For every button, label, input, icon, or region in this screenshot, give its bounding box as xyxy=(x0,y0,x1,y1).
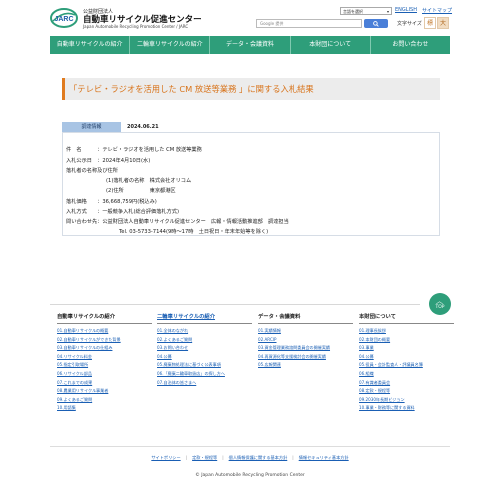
footer-link[interactable]: 04.公募 xyxy=(359,353,454,362)
footer-link[interactable]: 10.用語集 xyxy=(57,404,152,413)
footer-link[interactable]: 07.有識者委員会 xyxy=(359,379,454,388)
detail-contact: 問い合わせ先：公益財団法人自動車リサイクル促進センター 広報・情報活動推進部 調… xyxy=(66,219,289,225)
language-select[interactable]: 言語を選択 ▾ xyxy=(340,7,392,15)
footer-link[interactable]: 02.よくあるご質問 xyxy=(157,336,252,345)
footer-link[interactable]: 05.役員・会計監査人・評議員名簿 xyxy=(359,361,454,370)
site-header: JARC 公益財団法人 自動車リサイクル促進センター Japan Automob… xyxy=(0,0,500,36)
nav-item-motorcycle-recycling[interactable]: 二輪車リサイクルの紹介 xyxy=(130,36,211,54)
detail-announce-date: 入札公示日 ：2024年4月10日(水) xyxy=(66,158,151,164)
notice-date: 2024.06.21 xyxy=(127,124,159,130)
separator: | xyxy=(222,455,224,460)
font-size-large-button[interactable]: 大 xyxy=(437,17,449,29)
footer-link[interactable]: 05.広報関連 xyxy=(258,361,353,370)
nav-item-data[interactable]: データ・会議資料 xyxy=(210,36,291,54)
security-policy-link[interactable]: 情報セキュリティ基本方針 xyxy=(299,455,349,460)
nav-item-contact[interactable]: お問い合わせ xyxy=(371,36,450,54)
footer-policy-links: サイトポリシー | 定款・規程等 | 個人情報保護に関する基本方針 | 情報セキュリティ基本… xyxy=(0,455,500,461)
search-button[interactable] xyxy=(364,19,388,28)
font-size-normal-button[interactable]: 標 xyxy=(424,17,436,29)
font-size-label: 文字サイズ xyxy=(397,21,422,27)
footer-link[interactable]: 05.廃棄物処理法に基づく公表事項 xyxy=(157,361,252,370)
sitemap-link[interactable]: サイトマップ xyxy=(422,7,452,14)
footer-heading[interactable]: データ・会議資料 xyxy=(258,312,353,324)
footer-link[interactable]: 04.公募 xyxy=(157,353,252,362)
footer-link[interactable]: 08.定款・規程等 xyxy=(359,387,454,396)
footer-link[interactable]: 06.「廃棄二輪車取扱店」の探し方へ xyxy=(157,370,252,379)
footer-link[interactable]: 06.リサイクル部品 xyxy=(57,370,152,379)
footer-column-about: 本財団について 01.理事長挨拶 02.本財団の概要 03.事業 04.公募 0… xyxy=(359,312,454,413)
footer-heading[interactable]: 二輪車リサイクルの紹介 xyxy=(157,312,252,324)
jarc-logo-icon[interactable]: JARC xyxy=(50,8,78,28)
detail-method: 入札方式 ：一般競争入札(総合評価落札方式) xyxy=(66,209,179,215)
footer-link[interactable]: 03.お問い合わせ xyxy=(157,344,252,353)
footer-divider xyxy=(50,304,420,305)
search-icon xyxy=(373,20,379,27)
copyright: © Japan Automobile Recycling Promotion C… xyxy=(195,473,305,478)
separator: | xyxy=(292,455,294,460)
footer-heading[interactable]: 自動車リサイクルの紹介 xyxy=(57,312,152,324)
footer-column-data: データ・会議資料 01.実績情報 02.ARCIP 03.資金管理業務諮問委員会… xyxy=(258,312,353,370)
detail-winner-name: (1)落札者の名称 株式会社オリコム xyxy=(106,178,192,184)
privacy-policy-link[interactable]: 個人情報保護に関する基本方針 xyxy=(229,455,288,460)
footer-heading[interactable]: 本財団について xyxy=(359,312,454,324)
footer-link[interactable]: 04.リサイクル料金 xyxy=(57,353,152,362)
footer-link[interactable]: 01.自動車リサイクルの概要 xyxy=(57,327,152,336)
footer-link[interactable]: 06.組織 xyxy=(359,370,454,379)
footer-link[interactable]: 03.自動車リサイクルの仕組み xyxy=(57,344,152,353)
separator: | xyxy=(185,455,188,460)
detail-winner-heading: 落札者の名称及び住所 xyxy=(66,168,118,174)
english-link[interactable]: ENGLISH xyxy=(395,7,417,13)
footer-link[interactable]: 07.これまでの成果 xyxy=(57,379,152,388)
detail-price: 落札価格 ：36,668,759円(税込み) xyxy=(66,199,157,205)
svg-text:JARC: JARC xyxy=(54,16,73,23)
search-placeholder: Google 提供 xyxy=(260,21,284,26)
detail-winner-address: (2)住所 東京都港区 xyxy=(106,188,176,194)
footer-link[interactable]: 09.よくあるご質問 xyxy=(57,396,152,405)
site-policy-link[interactable]: サイトポリシー xyxy=(151,455,180,460)
footer-column-motorcycle: 二輪車リサイクルの紹介 01.全体のながれ 02.よくあるご質問 03.お問い合… xyxy=(157,312,252,387)
articles-link[interactable]: 定款・規程等 xyxy=(192,455,217,460)
footer-link[interactable]: 01.全体のながれ xyxy=(157,327,252,336)
nav-item-about[interactable]: 本財団について xyxy=(291,36,371,54)
footer-link[interactable]: 07.自治体の皆さまへ xyxy=(157,379,252,388)
footer-column-car: 自動車リサイクルの紹介 01.自動車リサイクルの概要 02.自動車リサイクルがで… xyxy=(57,312,152,413)
org-name-en: Japan Automobile Recycling Promotion Cen… xyxy=(83,24,189,29)
footer-link[interactable]: 09.2030年長期ビジョン xyxy=(359,396,454,405)
category-badge: 調達情報 xyxy=(62,122,121,132)
footer-link[interactable]: 02.ARCIP xyxy=(258,336,353,345)
footer-link[interactable]: 01.理事長挨拶 xyxy=(359,327,454,336)
chevron-down-icon: ▾ xyxy=(386,9,389,14)
footer-link[interactable]: 05.指定引取場所 xyxy=(57,361,152,370)
detail-subject: 件 名 ：テレビ・ラジオを活用した CM 放送等業務 xyxy=(66,147,202,153)
footer-link[interactable]: 08.農業用リサイクル事業者 xyxy=(57,387,152,396)
footer-link[interactable]: 02.本財団の概要 xyxy=(359,336,454,345)
detail-contact-tel: Tel. 03-5733-7144(9時～17時 土日祝日・年末年始等を除く) xyxy=(119,229,269,235)
language-select-label: 言語を選択 xyxy=(343,9,363,14)
footer-link[interactable]: 04.再資源化等支援検討会の開催実績 xyxy=(258,353,353,362)
page-title: 「テレビ・ラジオを活用した CM 放送等業務 」に関する入札結果 xyxy=(69,84,314,94)
footer-link[interactable]: 01.実績情報 xyxy=(258,327,353,336)
footer-bottom-divider xyxy=(50,446,450,447)
global-nav: 自動車リサイクルの紹介 二輪車リサイクルの紹介 データ・会議資料 本財団について… xyxy=(50,36,450,54)
footer-link[interactable]: 03.資金管理業務諮問委員会の開催実績 xyxy=(258,344,353,353)
back-to-top-label: TOP xyxy=(435,305,445,310)
search-input[interactable]: Google 提供 xyxy=(256,19,362,28)
footer-link[interactable]: 02.自動車リサイクルができた背景 xyxy=(57,336,152,345)
page-title-bar: 「テレビ・ラジオを活用した CM 放送等業務 」に関する入札結果 xyxy=(62,78,440,100)
nav-item-car-recycling[interactable]: 自動車リサイクルの紹介 xyxy=(50,36,131,54)
footer-link[interactable]: 10.事業・財務等に関する資料 xyxy=(359,404,454,413)
footer-link[interactable]: 03.事業 xyxy=(359,344,454,353)
